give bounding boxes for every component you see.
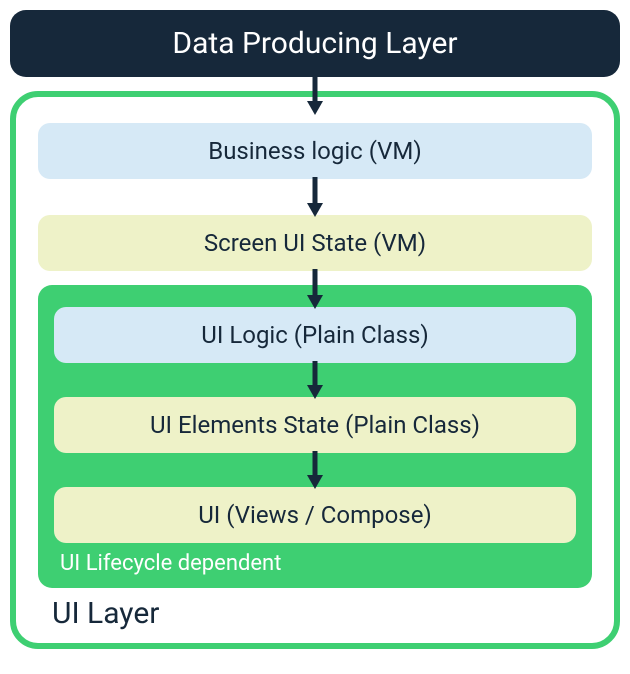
- business-logic-label: Business logic (VM): [208, 137, 422, 165]
- arrow-icon: [305, 177, 325, 217]
- ui-logic-label: UI Logic (Plain Class): [201, 321, 428, 349]
- arrow-icon: [305, 451, 325, 489]
- ui-elements-state-label: UI Elements State (Plain Class): [150, 411, 480, 439]
- screen-ui-state-box: Screen UI State (VM): [38, 215, 592, 271]
- arrow-icon: [305, 73, 325, 115]
- ui-lifecycle-group: UI Logic (Plain Class) UI Elements State…: [38, 285, 592, 588]
- ui-lifecycle-label: UI Lifecycle dependent: [54, 543, 576, 580]
- ui-layer-container: Business logic (VM) Screen UI State (VM)…: [10, 91, 620, 649]
- data-producing-layer-box: Data Producing Layer: [10, 10, 620, 77]
- ui-views-box: UI (Views / Compose): [54, 487, 576, 543]
- business-logic-box: Business logic (VM): [38, 123, 592, 179]
- ui-views-label: UI (Views / Compose): [198, 501, 432, 529]
- screen-ui-state-label: Screen UI State (VM): [204, 229, 426, 257]
- arrow-icon: [305, 269, 325, 309]
- ui-elements-state-box: UI Elements State (Plain Class): [54, 397, 576, 453]
- ui-layer-label: UI Layer: [38, 588, 592, 633]
- data-producing-layer-title: Data Producing Layer: [172, 26, 457, 61]
- ui-logic-box: UI Logic (Plain Class): [54, 307, 576, 363]
- arrow-icon: [305, 361, 325, 399]
